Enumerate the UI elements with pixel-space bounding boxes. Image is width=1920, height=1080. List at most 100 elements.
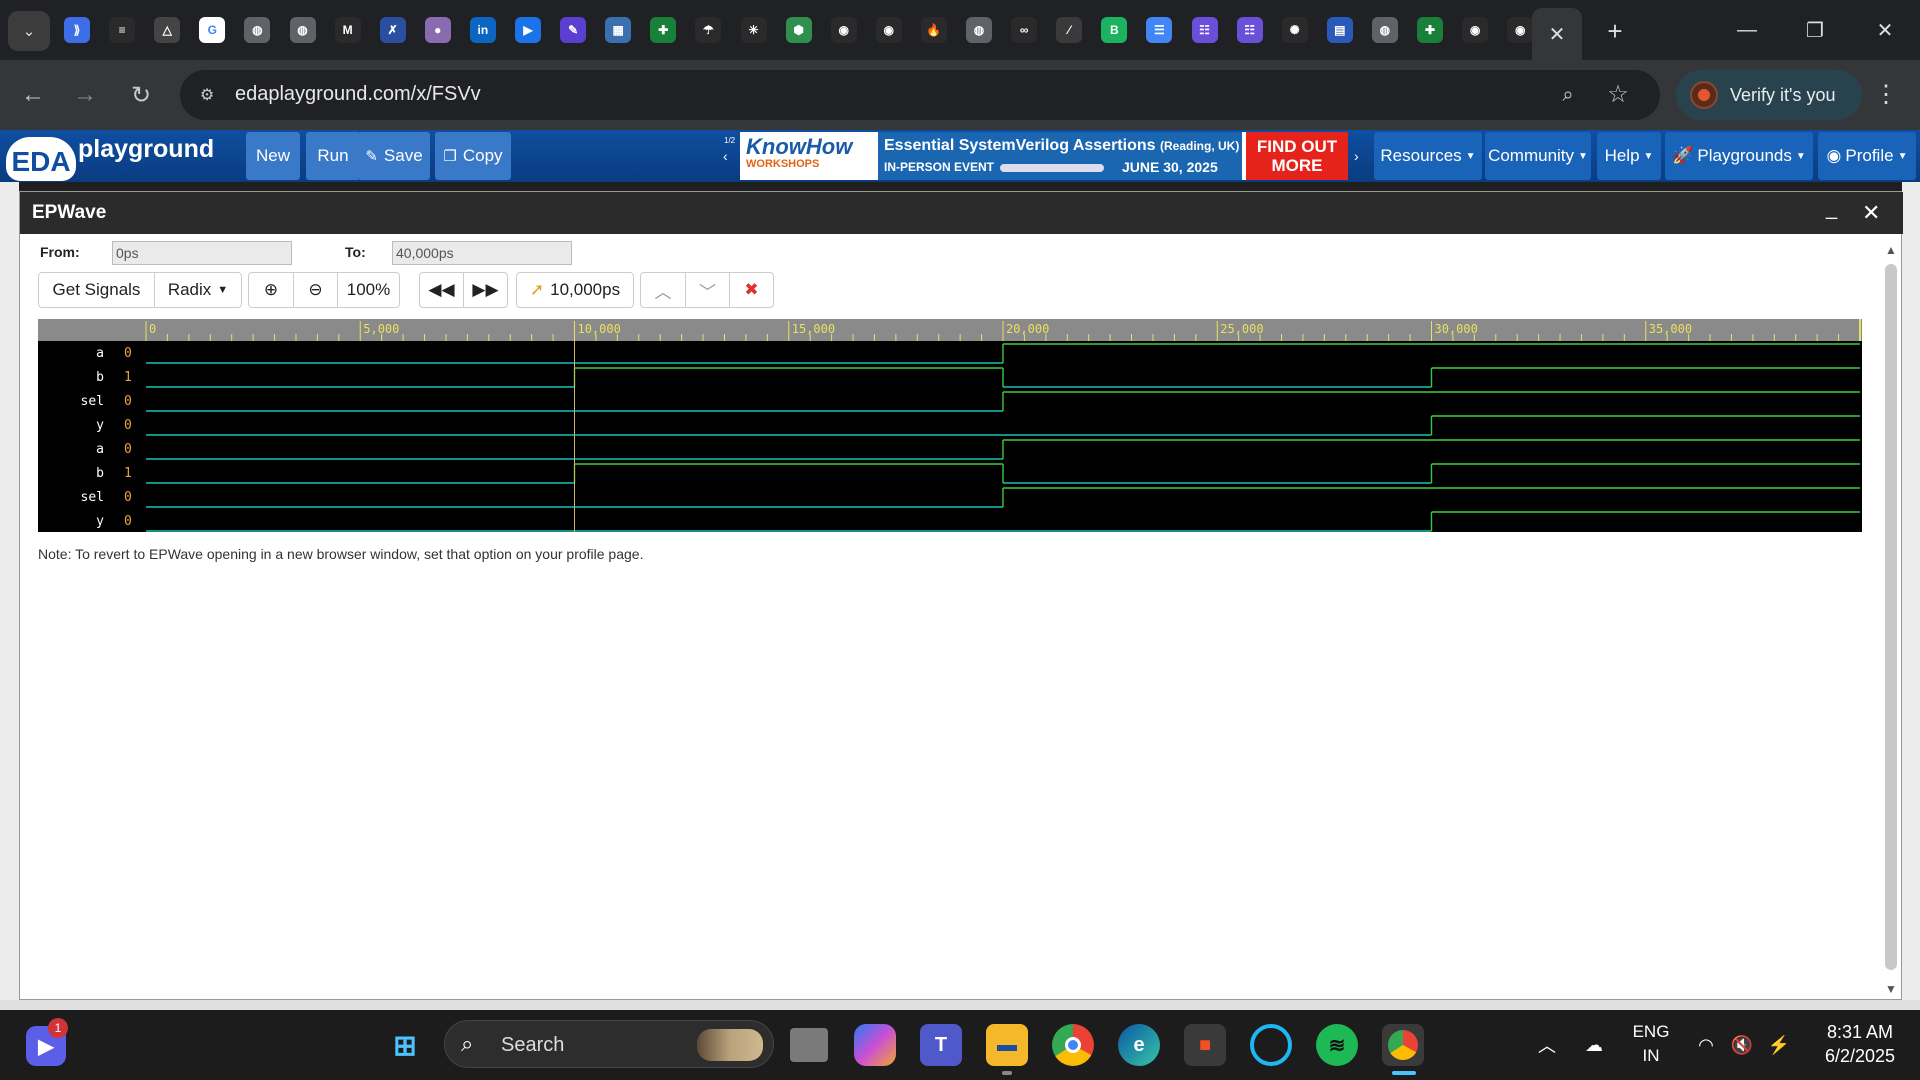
file-explorer-icon[interactable]: ▬ bbox=[986, 1024, 1028, 1066]
edge-icon[interactable]: e bbox=[1118, 1024, 1160, 1066]
dialog-close-icon[interactable]: ✕ bbox=[1862, 200, 1880, 226]
banner-prev-icon[interactable]: ‹ bbox=[723, 148, 728, 164]
chrome-profile-icon[interactable] bbox=[1382, 1024, 1424, 1066]
window-minimize-icon[interactable]: — bbox=[1724, 10, 1770, 50]
favicon-sheets-icon[interactable]: ✚ bbox=[1417, 17, 1443, 43]
from-input[interactable] bbox=[112, 241, 292, 265]
new-button[interactable]: New bbox=[246, 132, 300, 180]
save-button[interactable]: ✎ Save bbox=[358, 132, 430, 180]
zoom-out-button[interactable]: ⊖ bbox=[293, 272, 338, 308]
eda-logo[interactable]: EDA playground bbox=[6, 134, 216, 181]
favicon-globe-icon[interactable]: ◍ bbox=[1371, 17, 1398, 43]
favicon-globe-icon[interactable]: ◍ bbox=[244, 17, 271, 43]
waveform-canvas[interactable]: 0 5,000 10,000 15,000 20,000 25,000 30,000 35,0… bbox=[38, 319, 1862, 532]
scroll-up-arrow-icon[interactable]: ▲ bbox=[1885, 243, 1897, 257]
favicon-sheets-icon[interactable]: ✚ bbox=[650, 17, 677, 43]
tab-search-chevron-icon[interactable]: ⌄ bbox=[8, 11, 50, 51]
favicon-github-icon[interactable]: ◉ bbox=[1462, 17, 1489, 43]
alexa-icon[interactable] bbox=[1250, 1024, 1292, 1066]
time-ruler[interactable] bbox=[38, 319, 1862, 341]
favicon-claude-icon[interactable]: ✳ bbox=[740, 17, 767, 43]
favicon-stack-icon[interactable]: ≡ bbox=[109, 17, 136, 43]
volume-muted-icon[interactable]: 🔇 bbox=[1728, 1032, 1756, 1058]
teams-icon[interactable]: T bbox=[920, 1024, 962, 1066]
to-input[interactable] bbox=[392, 241, 572, 265]
get-signals-button[interactable]: Get Signals bbox=[38, 272, 155, 308]
url-text[interactable]: edaplayground.com/x/FSVv bbox=[235, 83, 481, 106]
radix-dropdown[interactable]: Radix ▼ bbox=[154, 272, 242, 308]
community-menu[interactable]: Community ▼ bbox=[1485, 132, 1591, 180]
favicon-infinity-icon[interactable]: ∞ bbox=[1011, 17, 1038, 43]
chrome-icon[interactable] bbox=[1052, 1024, 1094, 1066]
dialog-minimize-icon[interactable]: _ bbox=[1826, 198, 1837, 221]
favicon-calendar-icon[interactable]: ▤ bbox=[1326, 17, 1353, 43]
clock-date[interactable]: 6/2/2025 bbox=[1810, 1044, 1910, 1068]
signal-name[interactable]: sel bbox=[81, 490, 104, 505]
favicon-github-icon[interactable]: ◉ bbox=[875, 17, 902, 43]
favicon-github-icon[interactable]: ◉ bbox=[1507, 17, 1534, 43]
favicon-list-purple-icon[interactable]: ☷ bbox=[1236, 17, 1263, 43]
banner-next-icon[interactable]: › bbox=[1354, 148, 1359, 164]
favicon-triangle-icon[interactable]: △ bbox=[154, 17, 181, 43]
profile-menu[interactable]: ◉ Profile ▼ bbox=[1818, 132, 1916, 180]
active-tab-close-icon[interactable]: ✕ bbox=[1532, 8, 1582, 60]
signal-name[interactable]: b bbox=[96, 370, 104, 385]
favicon-list-purple-icon[interactable]: ☷ bbox=[1191, 17, 1218, 43]
signal-name[interactable]: y bbox=[96, 514, 104, 529]
run-button[interactable]: Run bbox=[306, 132, 360, 180]
signal-name[interactable]: a bbox=[96, 346, 104, 361]
onedrive-cloud-icon[interactable]: ☁ bbox=[1578, 1032, 1610, 1058]
bookmark-star-icon[interactable]: ☆ bbox=[1604, 80, 1632, 108]
clock-time[interactable]: 8:31 AM bbox=[1810, 1020, 1910, 1044]
spotify-icon[interactable]: ≋ bbox=[1316, 1024, 1358, 1066]
dialog-vertical-scrollbar[interactable]: ▲ ▼ bbox=[1882, 194, 1900, 996]
waveform-viewer[interactable]: 0 5,000 10,000 15,000 20,000 25,000 30,000 35,0… bbox=[38, 319, 1862, 532]
knowhow-banner-ad[interactable]: 1/2 ‹ › KnowHow WORKSHOPS Essential Syst… bbox=[723, 132, 1359, 180]
favicon-gmail-icon[interactable]: M bbox=[334, 17, 361, 43]
cursor-time-button[interactable]: ➚ 10,000ps bbox=[516, 272, 634, 308]
favicon-hex-icon[interactable]: ⬢ bbox=[785, 17, 812, 43]
scrollbar-thumb[interactable] bbox=[1885, 264, 1897, 970]
favicon-linkedin-icon[interactable]: in bbox=[469, 17, 496, 43]
move-signal-up-button[interactable]: ︿ bbox=[640, 272, 686, 308]
browser-menu-kebab-icon[interactable]: ⋮ bbox=[1872, 76, 1900, 112]
resources-menu[interactable]: Resources ▼ bbox=[1374, 132, 1482, 180]
microsoft-store-icon[interactable]: ■ bbox=[1184, 1024, 1226, 1066]
find-out-more-button[interactable]: FIND OUT MORE bbox=[1246, 132, 1348, 180]
favicon-doc-icon[interactable]: ▦ bbox=[605, 17, 632, 43]
zoom-level-button[interactable]: 100% bbox=[337, 272, 400, 308]
zoom-in-button[interactable]: ⊕ bbox=[248, 272, 294, 308]
favicon-avatar-icon[interactable]: ● bbox=[424, 17, 451, 43]
jump-back-button[interactable]: ◀◀ bbox=[419, 272, 464, 308]
favicon-globe-icon[interactable]: ◍ bbox=[966, 17, 992, 43]
back-arrow-icon[interactable]: ← bbox=[14, 76, 52, 114]
zoom-magnifier-icon[interactable]: ⌕ bbox=[1555, 82, 1581, 108]
signal-name[interactable]: a bbox=[96, 442, 104, 457]
windows-start-icon[interactable]: ⊞ bbox=[384, 1024, 426, 1066]
favicon-globe-icon[interactable]: ◍ bbox=[289, 17, 316, 43]
favicon-docs-icon[interactable]: ☰ bbox=[1146, 17, 1173, 43]
taskbar-search-box[interactable]: ⌕ Search bbox=[444, 1020, 774, 1068]
favicon-mushroom-icon[interactable]: ☂ bbox=[695, 17, 722, 43]
tray-overflow-chevron-icon[interactable]: ︿ bbox=[1532, 1032, 1562, 1058]
window-restore-icon[interactable]: ❐ bbox=[1792, 10, 1838, 50]
favicon-fire-icon[interactable]: 🔥 bbox=[920, 17, 947, 43]
copy-button[interactable]: ❐ Copy bbox=[435, 132, 511, 180]
signal-name[interactable]: y bbox=[96, 418, 104, 433]
scroll-down-arrow-icon[interactable]: ▼ bbox=[1885, 982, 1897, 996]
language-secondary[interactable]: IN bbox=[1626, 1044, 1676, 1068]
new-tab-plus-icon[interactable]: + bbox=[1598, 14, 1632, 48]
battery-charging-icon[interactable]: ⚡ bbox=[1764, 1032, 1794, 1058]
site-info-icon[interactable]: ⚙ bbox=[196, 84, 218, 106]
favicon-github-icon[interactable]: ◉ bbox=[830, 17, 857, 43]
address-bar[interactable]: ⚙ edaplayground.com/x/FSVv ⌕ ☆ bbox=[180, 70, 1660, 120]
wifi-icon[interactable]: ◠ bbox=[1692, 1032, 1720, 1058]
favicon-blue-k-icon[interactable]: ⟫ bbox=[64, 17, 90, 43]
help-menu[interactable]: Help ▼ bbox=[1597, 132, 1661, 180]
favicon-b-green-icon[interactable]: B bbox=[1101, 17, 1128, 43]
forward-arrow-icon[interactable]: → bbox=[66, 76, 104, 114]
epwave-title-bar[interactable]: EPWave _ ✕ bbox=[20, 192, 1903, 234]
signal-name[interactable]: sel bbox=[81, 394, 104, 409]
move-signal-down-button[interactable]: ﹀ bbox=[685, 272, 730, 308]
reload-icon[interactable]: ↻ bbox=[122, 76, 160, 114]
